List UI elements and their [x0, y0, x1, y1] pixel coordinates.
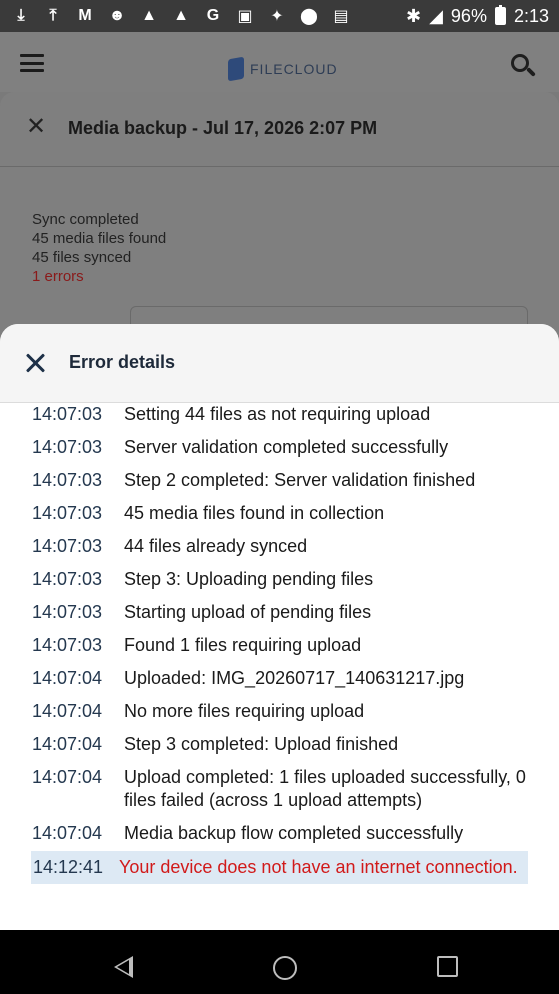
bluetooth-icon: ✱ [405, 5, 422, 26]
battery-icon [494, 5, 506, 25]
log-time: 14:12:41 [33, 857, 104, 877]
log-message: Step 3: Uploading pending files [124, 569, 374, 589]
upload-icon: ⤒ [49, 7, 57, 24]
sync-summary: Sync completed 45 media files found 45 f… [32, 210, 166, 286]
log-message: Media backup flow completed successfully [124, 823, 464, 843]
log-row: 14:07:04 Media backup flow completed succ… [0, 822, 559, 845]
log-message: Step 3 completed: Upload finished [124, 734, 399, 754]
log-row: 14:07:04 No more files requiring upload [0, 700, 559, 723]
log-row: 14:07:03 Found 1 files requiring upload [0, 634, 559, 657]
log-message: Starting upload of pending files [124, 602, 372, 622]
status-bar: ⤓ ⤒ M ☻ ▲ ▲ G ▣ ✦ ⬤ ▤ ✱ ◢ 96% 2:13 [0, 0, 559, 32]
log-message: Found 1 files requiring upload [124, 635, 362, 655]
log-time: 14:07:04 [32, 734, 103, 754]
app-header: FILECLOUD [0, 32, 559, 92]
log-time: 14:07:03 [32, 437, 103, 457]
close-icon[interactable]: ✕ [26, 115, 46, 139]
log-message: Setting 44 files as not requiring upload [124, 404, 431, 424]
search-icon[interactable] [511, 54, 537, 80]
game-icon: ✦ [270, 8, 284, 25]
log-message: Server validation completed successfully [124, 437, 449, 457]
log-time: 14:07:04 [32, 823, 103, 843]
logo-text: FILECLOUD [250, 61, 338, 77]
warning-icon: ▲ [141, 7, 157, 24]
backup-sheet-title: Media backup - Jul 17, 2026 2:07 PM [68, 118, 378, 138]
log-row: 14:07:03 Step 2 completed: Server validat… [0, 469, 559, 492]
back-icon[interactable] [114, 956, 133, 978]
log-message: 44 files already synced [124, 536, 308, 556]
error-details-header: Error details [0, 324, 559, 403]
log-row: 14:07:03 Setting 44 files as not requirin… [0, 403, 559, 426]
location-icon: ⬤ [300, 8, 318, 25]
news-icon: ▤ [333, 8, 349, 25]
log-time: 14:07:04 [32, 701, 103, 721]
warning-icon: ▲ [173, 7, 189, 24]
log-row: 14:07:03 Server validation completed succ… [0, 436, 559, 459]
log-time: 14:07:03 [32, 470, 103, 490]
close-icon[interactable] [24, 351, 48, 375]
log-row: 14:07:04 Uploaded: IMG_20260717_140631217… [0, 667, 559, 690]
log-message: Step 2 completed: Server validation fini… [124, 470, 476, 490]
summary-found: 45 media files found [32, 230, 167, 247]
log-row: 14:07:03 Step 3: Uploading pending files [0, 568, 559, 591]
error-log-row: 14:12:41 Your device does not have an in… [31, 851, 528, 884]
log-time: 14:07:03 [32, 635, 103, 655]
log-rows: 14:07:03 Setting 44 files as not requirin… [0, 403, 559, 845]
battery-percent: 96% [450, 5, 487, 26]
log-time: 14:07:03 [32, 602, 103, 622]
app-icon: ☻ [108, 7, 126, 24]
log-time: 14:07:04 [32, 767, 103, 787]
log-row: 14:07:03 44 files already synced [0, 535, 559, 558]
log-message: Your device does not have an internet co… [119, 857, 518, 877]
summary-errors[interactable]: 1 errors [32, 267, 166, 286]
log-time: 14:07:03 [32, 536, 103, 556]
log-time: 14:07:04 [32, 668, 103, 688]
signal-icon: ◢ [429, 5, 443, 26]
divider [0, 166, 559, 167]
log-time: 14:07:03 [32, 404, 103, 424]
google-icon: G [206, 7, 220, 24]
log-message: 45 media files found in collection [124, 503, 385, 523]
menu-icon[interactable] [20, 54, 44, 72]
log-row: 14:07:04 Step 3 completed: Upload finishe… [0, 733, 559, 756]
log-message: Uploaded: IMG_20260717_140631217.jpg [124, 668, 465, 688]
error-details-sheet: Error details 14:07:03 Setting 44 files a… [0, 324, 559, 930]
summary-status: Sync completed [32, 211, 139, 228]
navigation-bar [0, 930, 559, 994]
log-time: 14:07:03 [32, 569, 103, 589]
home-icon[interactable] [273, 956, 297, 980]
log-row: 14:07:03 45 media files found in collecti… [0, 502, 559, 525]
log-row: 14:07:03 Starting upload of pending files [0, 601, 559, 624]
clock: 2:13 [513, 5, 549, 26]
download-icon: ⤓ [17, 7, 25, 24]
recents-icon[interactable] [437, 956, 458, 977]
log-message: No more files requiring upload [124, 701, 365, 721]
log-time: 14:07:03 [32, 503, 103, 523]
log-list[interactable]: 14:07:03 Setting 44 files as not requirin… [0, 403, 559, 930]
notification-icons: ⤓ ⤒ M ☻ ▲ ▲ G ▣ ✦ ⬤ ▤ [10, 6, 352, 26]
error-details-title: Error details [69, 352, 176, 372]
system-indicators: ✱ ◢ 96% 2:13 [405, 5, 549, 27]
gallery-icon: ▣ [237, 8, 253, 25]
app-logo: FILECLOUD [228, 56, 338, 82]
log-row: 14:07:04 Upload completed: 1 files upload… [0, 766, 559, 812]
filecloud-logo-icon [228, 56, 244, 82]
summary-synced: 45 files synced [32, 249, 132, 266]
log-message: Upload completed: 1 files uploaded succe… [124, 767, 526, 810]
gmail-icon: M [78, 7, 92, 24]
